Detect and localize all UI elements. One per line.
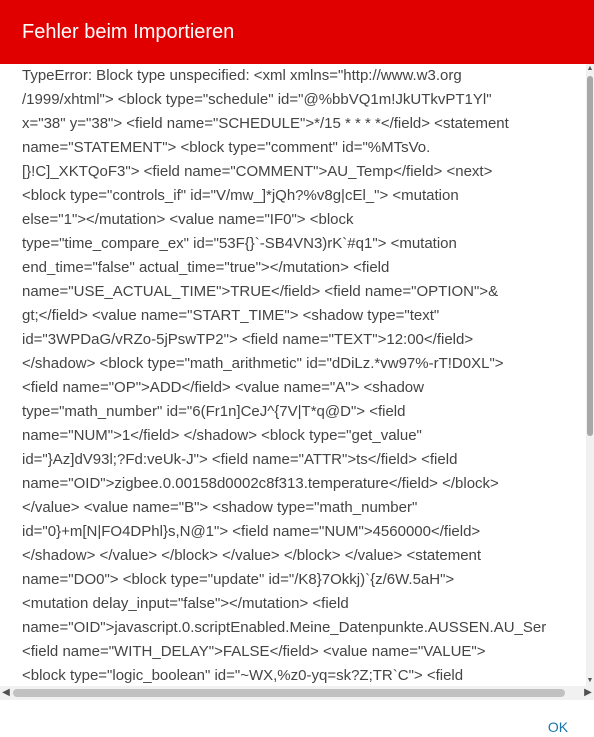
scroll-down-icon[interactable]: ▼ [586, 676, 594, 686]
error-text-line: <mutation delay_input="false"></mutation… [22, 595, 349, 612]
error-text-line: <field name="OP">ADD</field> <value name… [22, 379, 424, 396]
vertical-scroll-thumb[interactable] [587, 76, 593, 436]
vertical-scrollbar[interactable]: ▲ ▼ [586, 64, 594, 686]
error-text-line: TypeError: Block type unspecified: <xml … [22, 67, 462, 84]
error-text-line: name="DO0"> <block type="update" id="/K8… [22, 571, 455, 588]
dialog-title: Fehler beim Importieren [22, 21, 235, 43]
error-text-line: id="}Az]dV93l;?Fd:veUk-J"> <field name="… [22, 451, 458, 468]
horizontal-scrollbar[interactable]: ◀ ▶ [0, 686, 594, 700]
error-text-line: end_time="false" actual_time="true"></mu… [22, 259, 390, 276]
error-text-line: id="0}+m[N|FO4DPhl}s,N@1"> <field name="… [22, 523, 481, 540]
error-text-line: </shadow> </value> </block> </value> </b… [22, 547, 482, 564]
error-text-line: name="OID">javascript.0.scriptEnabled.Me… [22, 619, 547, 636]
error-text-line: x="38" y="38"> <field name="SCHEDULE">*/… [22, 115, 509, 132]
error-text-line: <block type="controls_if" id="V/mw_]*jQh… [22, 187, 459, 204]
error-text-line: <field name="WITH_DELAY">FALSE</field> <… [22, 643, 486, 660]
error-text-line: name="NUM">1</field> </shadow> <block ty… [22, 427, 422, 444]
error-text-line: [}!C]_XKTQoF3"> <field name="COMMENT">AU… [22, 163, 493, 180]
error-text-line: name="STATEMENT"> <block type="comment" … [22, 139, 431, 156]
scroll-right-icon[interactable]: ▶ [582, 686, 594, 700]
error-text-line: </shadow> <block type="math_arithmetic" … [22, 355, 504, 372]
scroll-up-icon[interactable]: ▲ [586, 64, 594, 74]
error-text-line: id="3WPDaG/vRZo-5jPswTP2"> <field name="… [22, 331, 474, 348]
error-text-line: name="OID">zigbee.0.00158d0002c8f313.tem… [22, 475, 499, 492]
error-text-line: name="USE_ACTUAL_TIME">TRUE</field> <fie… [22, 283, 499, 300]
error-text-line: type="math_number" id="6(Fr1n]CeJ^{7V|T*… [22, 403, 406, 420]
horizontal-scroll-thumb[interactable] [13, 689, 565, 697]
error-text-line: <block type="logic_boolean" id="~WX,%z0-… [22, 667, 464, 684]
error-text-line: /1999/xhtml"> <block type="schedule" id=… [22, 91, 492, 108]
error-content-area[interactable]: TypeError: Block type unspecified: <xml … [0, 64, 586, 686]
scroll-left-icon[interactable]: ◀ [0, 686, 12, 700]
dialog-footer: OK [0, 700, 594, 735]
error-text-line: gt;</field> <value name="START_TIME"> <s… [22, 307, 440, 324]
error-message-text: TypeError: Block type unspecified: <xml … [22, 64, 582, 686]
error-text-line: else="1"></mutation> <value name="IF0"> … [22, 211, 354, 228]
error-dialog: Fehler beim Importieren TypeError: Block… [0, 0, 594, 735]
ok-button[interactable]: OK [536, 717, 580, 737]
error-text-line: type="time_compare_ex" id="53F{}`-SB4VN3… [22, 235, 457, 252]
dialog-header: Fehler beim Importieren [0, 0, 594, 64]
error-text-line: </value> <value name="B"> <shadow type="… [22, 499, 418, 516]
